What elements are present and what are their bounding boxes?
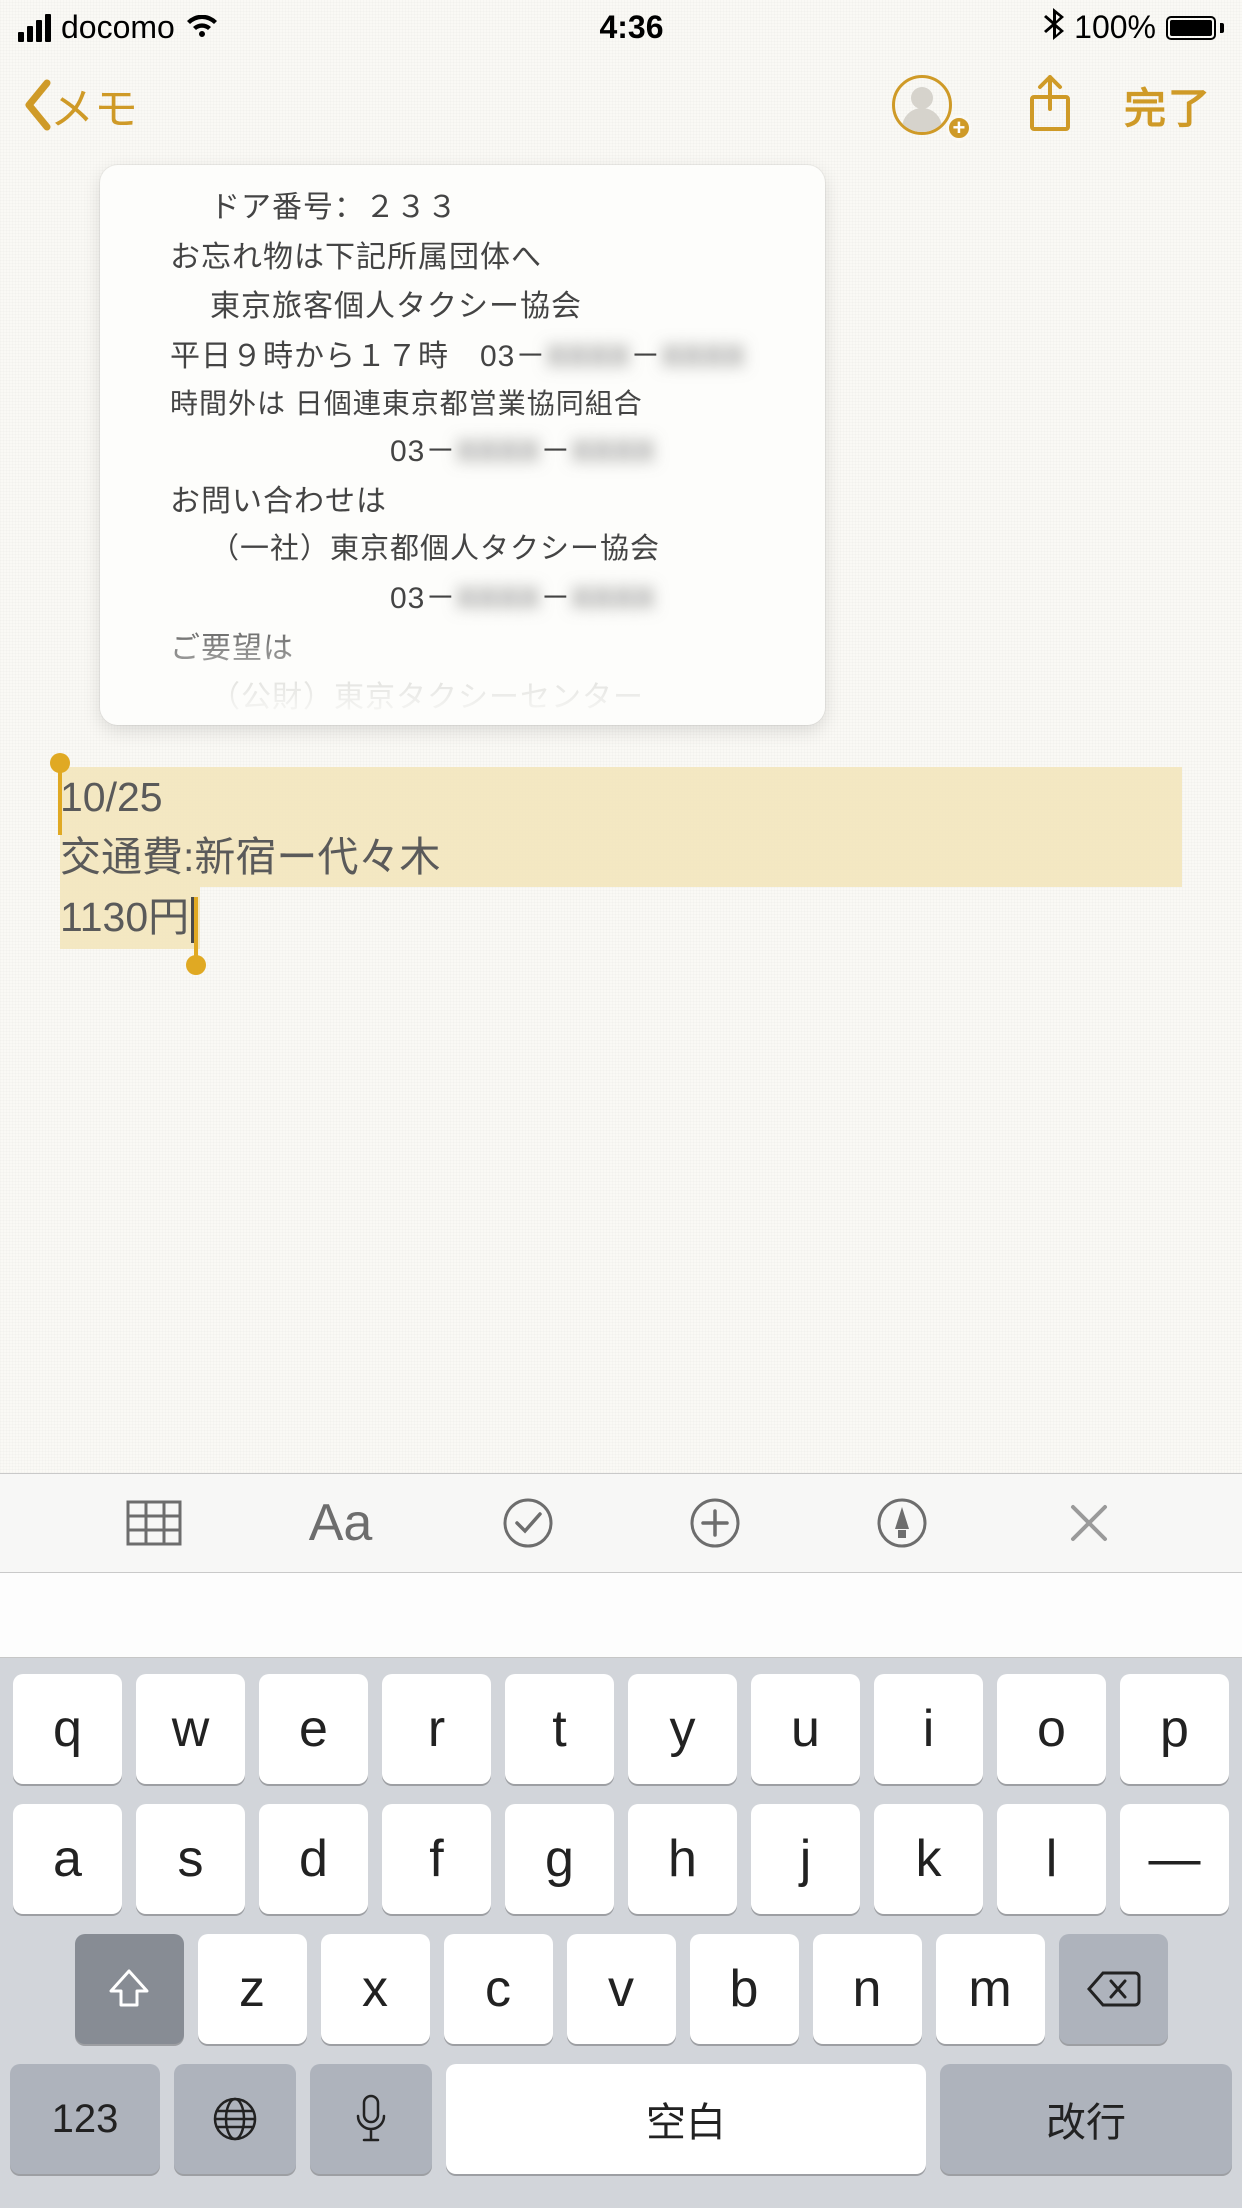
carrier-label: docomo xyxy=(61,9,175,46)
keyboard-row: q w e r t y u i o p xyxy=(10,1674,1232,1784)
table-button[interactable] xyxy=(109,1488,199,1558)
text-format-button[interactable]: Aa xyxy=(296,1488,386,1558)
close-toolbar-button[interactable] xyxy=(1044,1488,1134,1558)
text-selection[interactable]: 10/25 交通費:新宿ー代々木 1130円 xyxy=(60,767,1182,947)
key-p[interactable]: p xyxy=(1120,1674,1229,1784)
key-w[interactable]: w xyxy=(136,1674,245,1784)
key-j[interactable]: j xyxy=(751,1804,860,1914)
key-shift[interactable] xyxy=(75,1934,184,2044)
key-l[interactable]: l xyxy=(997,1804,1106,1914)
checkmark-circle-icon xyxy=(502,1497,554,1549)
key-z[interactable]: z xyxy=(198,1934,307,2044)
receipt-image[interactable]: ドア番号：２３３ お忘れ物は下記所属団体へ 東京旅客個人タクシー協会 平日９時か… xyxy=(100,165,825,725)
key-y[interactable]: y xyxy=(628,1674,737,1784)
receipt-line: お忘れ物は下記所属団体へ xyxy=(170,233,785,283)
keyboard-row: z x c v b n m xyxy=(10,1934,1232,2044)
share-button[interactable] xyxy=(1006,75,1094,135)
receipt-line: 平日９時から１７時 03－XXXX－XXXX xyxy=(170,332,785,382)
key-globe[interactable] xyxy=(174,2064,296,2174)
note-editor[interactable]: ドア番号：２３３ お忘れ物は下記所属団体へ 東京旅客個人タクシー協会 平日９時か… xyxy=(0,165,1242,1473)
key-a[interactable]: a xyxy=(13,1804,122,1914)
plus-circle-icon xyxy=(689,1497,741,1549)
key-n[interactable]: n xyxy=(813,1934,922,2044)
receipt-line: （一社）東京都個人タクシー協会 xyxy=(170,526,785,574)
battery-percentage: 100% xyxy=(1074,9,1156,46)
key-e[interactable]: e xyxy=(259,1674,368,1784)
key-g[interactable]: g xyxy=(505,1804,614,1914)
selection-handle-end[interactable] xyxy=(186,955,206,975)
receipt-line: （公財）東京タクシーセンター xyxy=(170,673,785,723)
note-line: 交通費:新宿ー代々木 xyxy=(60,827,1182,887)
keyboard: q w e r t y u i o p a s d f g h j k l — … xyxy=(0,1658,1242,2208)
add-button[interactable] xyxy=(670,1488,760,1558)
receipt-line: 東京旅客個人タクシー協会 xyxy=(170,282,785,332)
plus-badge-icon: + xyxy=(946,115,972,141)
keyboard-row: 123 空白 改行 xyxy=(10,2064,1232,2174)
text-caret xyxy=(191,897,194,943)
cellular-signal-icon xyxy=(18,14,51,42)
note-line: 10/25 xyxy=(60,767,1182,827)
back-label: メモ xyxy=(50,73,138,137)
key-r[interactable]: r xyxy=(382,1674,491,1784)
chevron-left-icon xyxy=(20,79,54,131)
key-x[interactable]: x xyxy=(321,1934,430,2044)
checklist-button[interactable] xyxy=(483,1488,573,1558)
backspace-icon xyxy=(1085,1969,1141,2009)
key-dictation[interactable] xyxy=(310,2064,432,2174)
done-button[interactable]: 完了 xyxy=(1124,75,1212,136)
receipt-line: お問い合わせは xyxy=(170,477,785,527)
key-numbers[interactable]: 123 xyxy=(10,2064,160,2174)
receipt-line: 03－XXXX－XXXX xyxy=(170,427,785,477)
key-h[interactable]: h xyxy=(628,1804,737,1914)
clock: 4:36 xyxy=(219,9,1044,46)
person-add-icon xyxy=(892,75,952,135)
format-toolbar: Aa xyxy=(0,1473,1242,1573)
back-button[interactable]: メモ xyxy=(20,73,138,137)
note-line: 1130円 xyxy=(60,887,1182,947)
status-bar: docomo 4:36 100% xyxy=(0,0,1242,55)
receipt-line: ドア番号：２３３ xyxy=(170,183,785,233)
text-format-icon: Aa xyxy=(309,1493,373,1553)
key-o[interactable]: o xyxy=(997,1674,1106,1784)
table-icon xyxy=(126,1500,182,1546)
key-m[interactable]: m xyxy=(936,1934,1045,2044)
key-space[interactable]: 空白 xyxy=(446,2064,926,2174)
key-i[interactable]: i xyxy=(874,1674,983,1784)
receipt-line: 03－XXXX－XXXX xyxy=(170,574,785,624)
key-return[interactable]: 改行 xyxy=(940,2064,1232,2174)
wifi-icon xyxy=(185,15,219,41)
marker-circle-icon xyxy=(876,1497,928,1549)
keyboard-row: a s d f g h j k l — xyxy=(10,1804,1232,1914)
nav-bar: メモ + 完了 xyxy=(0,55,1242,165)
key-v[interactable]: v xyxy=(567,1934,676,2044)
sketch-button[interactable] xyxy=(857,1488,947,1558)
shift-icon xyxy=(107,1967,151,2011)
receipt-line: ご要望は xyxy=(170,624,785,674)
battery-icon xyxy=(1166,16,1224,40)
key-dash[interactable]: — xyxy=(1120,1804,1229,1914)
key-s[interactable]: s xyxy=(136,1804,245,1914)
receipt-line: 時間外は 日個連東京都営業協同組合 xyxy=(170,381,785,427)
key-b[interactable]: b xyxy=(690,1934,799,2044)
share-icon xyxy=(1025,75,1075,135)
bluetooth-icon xyxy=(1044,8,1064,48)
key-t[interactable]: t xyxy=(505,1674,614,1784)
key-d[interactable]: d xyxy=(259,1804,368,1914)
globe-icon xyxy=(211,2095,259,2143)
key-u[interactable]: u xyxy=(751,1674,860,1784)
keyboard-suggestion-bar[interactable] xyxy=(0,1573,1242,1658)
key-k[interactable]: k xyxy=(874,1804,983,1914)
key-c[interactable]: c xyxy=(444,1934,553,2044)
share-person-button[interactable]: + xyxy=(878,75,966,135)
microphone-icon xyxy=(354,2094,388,2144)
key-f[interactable]: f xyxy=(382,1804,491,1914)
key-backspace[interactable] xyxy=(1059,1934,1168,2044)
close-icon xyxy=(1067,1501,1111,1545)
key-q[interactable]: q xyxy=(13,1674,122,1784)
